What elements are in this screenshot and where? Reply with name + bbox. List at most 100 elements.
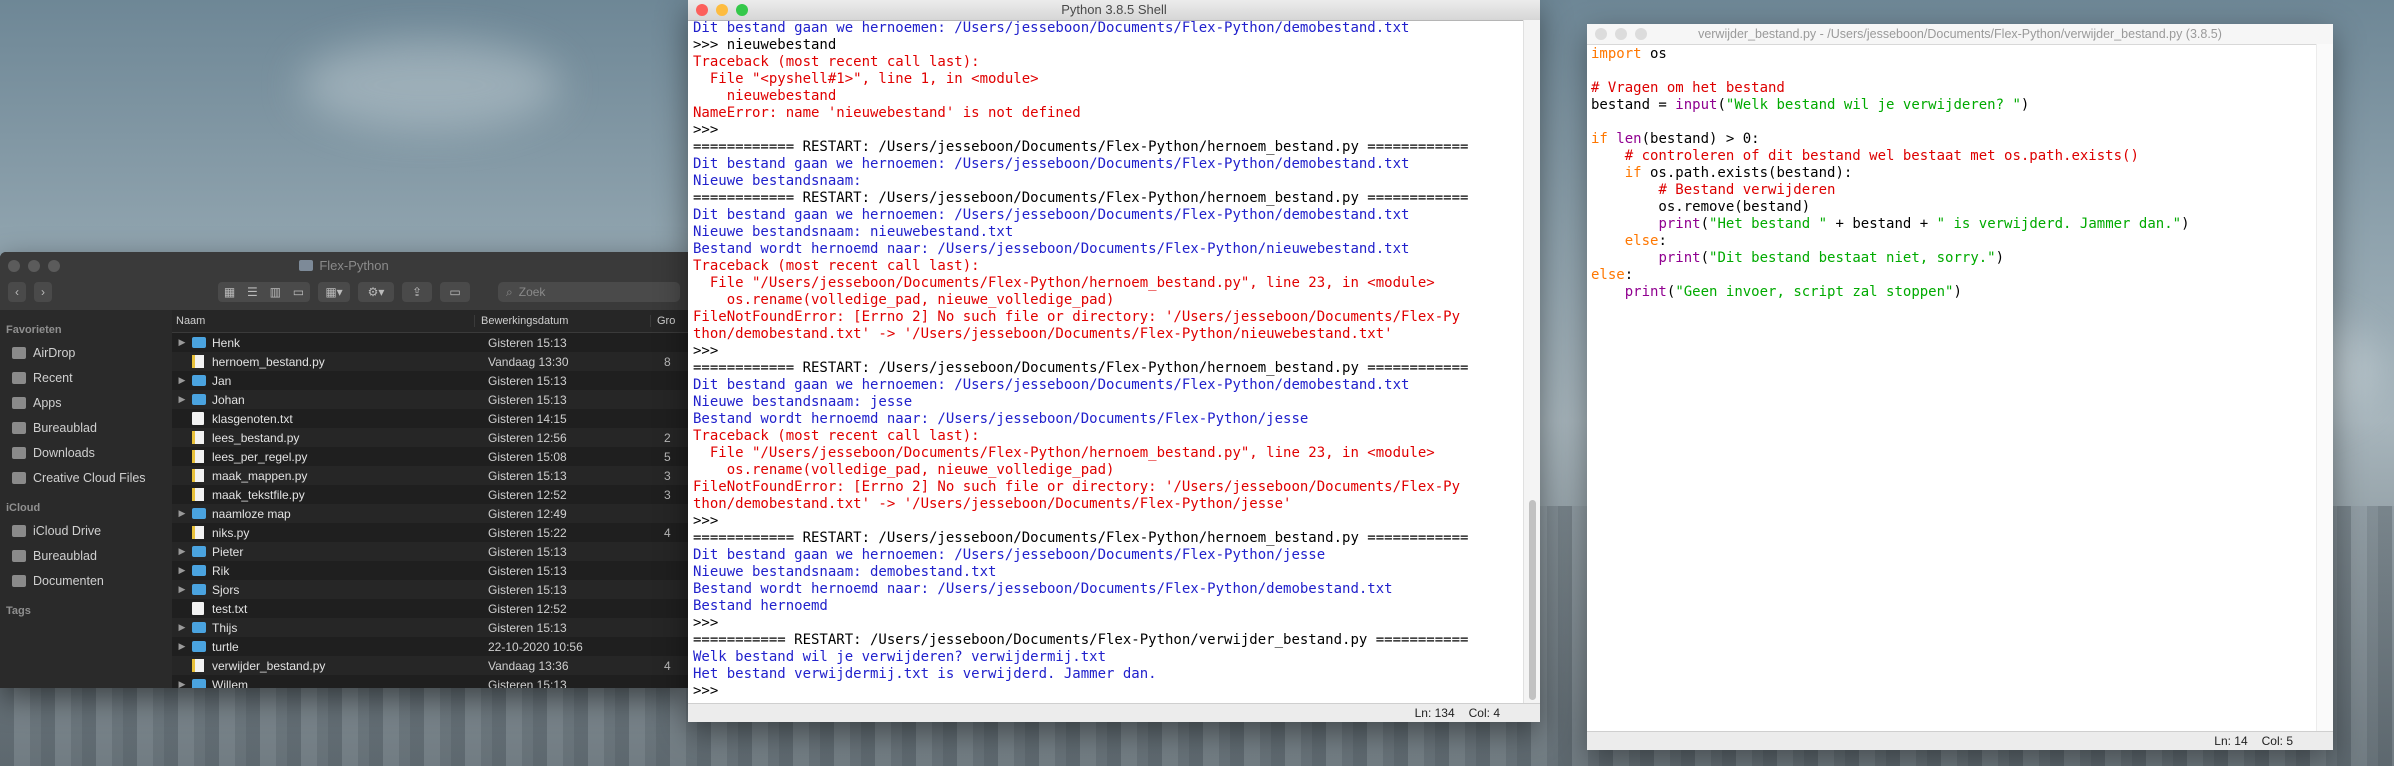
column-header-name[interactable]: Naam <box>172 315 474 327</box>
shell-line: nieuwebestand <box>693 88 837 104</box>
sidebar-item-apps[interactable]: Apps <box>0 390 172 415</box>
file-row[interactable]: verwijder_bestand.py Vandaag 13:36 4 <box>172 656 688 675</box>
disclosure-triangle-icon[interactable]: ▶ <box>172 508 192 519</box>
back-button[interactable]: ‹ <box>8 282 26 302</box>
file-row[interactable]: klasgenoten.txt Gisteren 14:15 <box>172 409 688 428</box>
folder-icon <box>192 546 206 557</box>
disclosure-triangle-icon[interactable]: ▶ <box>172 546 192 557</box>
disclosure-triangle-icon[interactable]: ▶ <box>172 337 192 348</box>
sidebar-item-label: Recent <box>33 370 73 385</box>
disclosure-triangle-icon[interactable]: ▶ <box>172 394 192 405</box>
file-date: Gisteren 15:13 <box>488 620 567 635</box>
gear-icon[interactable]: ⚙▾ <box>358 282 394 302</box>
scrollbar-thumb[interactable] <box>1529 500 1536 700</box>
shell-line: thon/demobestand.txt' -> '/Users/jessebo… <box>693 496 1292 512</box>
shell-output[interactable]: Dit bestand gaan we hernoemen: /Users/je… <box>693 20 1522 704</box>
search-input[interactable]: ⌕ Zoek <box>498 282 680 302</box>
code-token: " is verwijderd. Jammer dan." <box>1936 216 2182 232</box>
sidebar-item-documents[interactable]: Documenten <box>0 568 172 593</box>
scrollbar[interactable] <box>2316 44 2333 732</box>
file-row[interactable]: lees_bestand.py Gisteren 12:56 2 <box>172 428 688 447</box>
file-name: niks.py <box>212 525 250 540</box>
file-row[interactable]: ▶ Rik Gisteren 15:13 <box>172 561 688 580</box>
file-size: 4 <box>664 658 671 673</box>
shell-line: Dit bestand gaan we hernoemen: /Users/je… <box>693 156 1410 172</box>
scrollbar[interactable] <box>1523 20 1540 704</box>
file-date: Gisteren 15:13 <box>488 335 567 350</box>
file-row[interactable]: niks.py Gisteren 15:22 4 <box>172 523 688 542</box>
python-file-icon <box>192 355 204 368</box>
tag-icon[interactable]: ▭ <box>440 282 470 302</box>
file-row[interactable]: lees_per_regel.py Gisteren 15:08 5 <box>172 447 688 466</box>
disclosure-triangle-icon[interactable]: ▶ <box>172 622 192 633</box>
file-rows: ▶ Henk Gisteren 15:13 hernoem_bestand.py Van… <box>172 333 688 688</box>
gallery-view-icon[interactable]: ▭ <box>293 285 304 299</box>
sidebar-item-icloud-desktop[interactable]: Bureaublad <box>0 543 172 568</box>
list-view-icon[interactable]: ☰ <box>247 285 258 299</box>
file-name: lees_per_regel.py <box>212 449 308 464</box>
cursor-position: Ln: 134 Col: 4 <box>1401 706 1500 720</box>
file-row[interactable]: ▶ Sjors Gisteren 15:13 <box>172 580 688 599</box>
column-header-date[interactable]: Bewerkingsdatum <box>474 315 650 327</box>
file-date: Gisteren 12:49 <box>488 506 567 521</box>
forward-button[interactable]: › <box>34 282 52 302</box>
code-token: + bestand + <box>1827 216 1937 232</box>
disclosure-triangle-icon[interactable]: ▶ <box>172 679 192 688</box>
sidebar-item-downloads[interactable]: Downloads <box>0 440 172 465</box>
file-row[interactable]: maak_tekstfile.py Gisteren 12:52 3 <box>172 485 688 504</box>
file-name: klasgenoten.txt <box>212 411 293 426</box>
sidebar-item-label: Bureaublad <box>33 548 97 563</box>
file-row[interactable]: ▶ Jan Gisteren 15:13 <box>172 371 688 390</box>
code-token: os.path.exists(bestand): <box>1641 165 1853 181</box>
file-size: 5 <box>664 449 671 464</box>
disclosure-triangle-icon[interactable]: ▶ <box>172 565 192 576</box>
column-header-size[interactable]: Gro <box>650 315 688 327</box>
python-file-icon <box>192 659 204 672</box>
file-name: maak_tekstfile.py <box>212 487 305 502</box>
disclosure-triangle-icon[interactable]: ▶ <box>172 641 192 652</box>
finder-sidebar: Favorieten AirDrop Recent Apps Bureaubla… <box>0 310 172 688</box>
file-date: 22-10-2020 10:56 <box>488 639 583 654</box>
view-switcher[interactable]: ▦ ☰ ▥ ▭ <box>218 282 310 302</box>
file-row[interactable]: ▶ Willem Gisteren 15:13 <box>172 675 688 688</box>
code-line: bestand = input("Welk bestand wil je ver… <box>1591 97 2313 114</box>
disclosure-triangle-icon[interactable]: ▶ <box>172 584 192 595</box>
file-row[interactable]: test.txt Gisteren 12:52 <box>172 599 688 618</box>
share-icon[interactable]: ⇪ <box>402 282 432 302</box>
file-date: Gisteren 15:13 <box>488 544 567 559</box>
file-name: Pieter <box>212 544 244 559</box>
file-row[interactable]: ▶ Johan Gisteren 15:13 <box>172 390 688 409</box>
file-list-header: Naam Bewerkingsdatum Gro <box>172 310 688 333</box>
group-button[interactable]: ▦▾ <box>318 282 350 302</box>
file-date: Gisteren 15:08 <box>488 449 567 464</box>
file-row[interactable]: ▶ naamloze map Gisteren 12:49 <box>172 504 688 523</box>
file-date: Gisteren 15:22 <box>488 525 567 540</box>
shell-line: =========== RESTART: /Users/jesseboon/Do… <box>693 632 1469 648</box>
file-row[interactable]: ▶ Thijs Gisteren 15:13 <box>172 618 688 637</box>
column-view-icon[interactable]: ▥ <box>270 285 281 299</box>
shell-titlebar: Python 3.8.5 Shell <box>688 0 1540 21</box>
file-row[interactable]: ▶ Henk Gisteren 15:13 <box>172 333 688 352</box>
sidebar-item-airdrop[interactable]: AirDrop <box>0 340 172 365</box>
shell-line: Bestand wordt hernoemd naar: /Users/jess… <box>693 241 1410 257</box>
code-line: # controleren of dit bestand wel bestaat… <box>1591 148 2313 165</box>
finder-titlebar: Flex-Python ‹ › ▦ ☰ ▥ ▭ ▦▾ ⚙▾ ⇪ ▭ ⌕ Zoek <box>0 252 688 311</box>
sidebar-item-recent[interactable]: Recent <box>0 365 172 390</box>
sidebar-item-label: Creative Cloud Files <box>33 470 146 485</box>
file-row[interactable]: maak_mappen.py Gisteren 15:13 3 <box>172 466 688 485</box>
code-editor[interactable]: import os # Vragen om het bestand bestand … <box>1591 46 2313 726</box>
file-row[interactable]: hernoem_bestand.py Vandaag 13:30 8 <box>172 352 688 371</box>
file-row[interactable]: ▶ Pieter Gisteren 15:13 <box>172 542 688 561</box>
disclosure-triangle-icon[interactable]: ▶ <box>172 375 192 386</box>
sidebar-item-icloud-drive[interactable]: iCloud Drive <box>0 518 172 543</box>
search-placeholder: Zoek <box>518 285 546 299</box>
sidebar-item-creative-cloud[interactable]: Creative Cloud Files <box>0 465 172 490</box>
file-row[interactable]: ▶ turtle 22-10-2020 10:56 <box>172 637 688 656</box>
sidebar-item-desktop[interactable]: Bureaublad <box>0 415 172 440</box>
file-date: Gisteren 12:52 <box>488 487 567 502</box>
icon-view-icon[interactable]: ▦ <box>224 285 235 299</box>
